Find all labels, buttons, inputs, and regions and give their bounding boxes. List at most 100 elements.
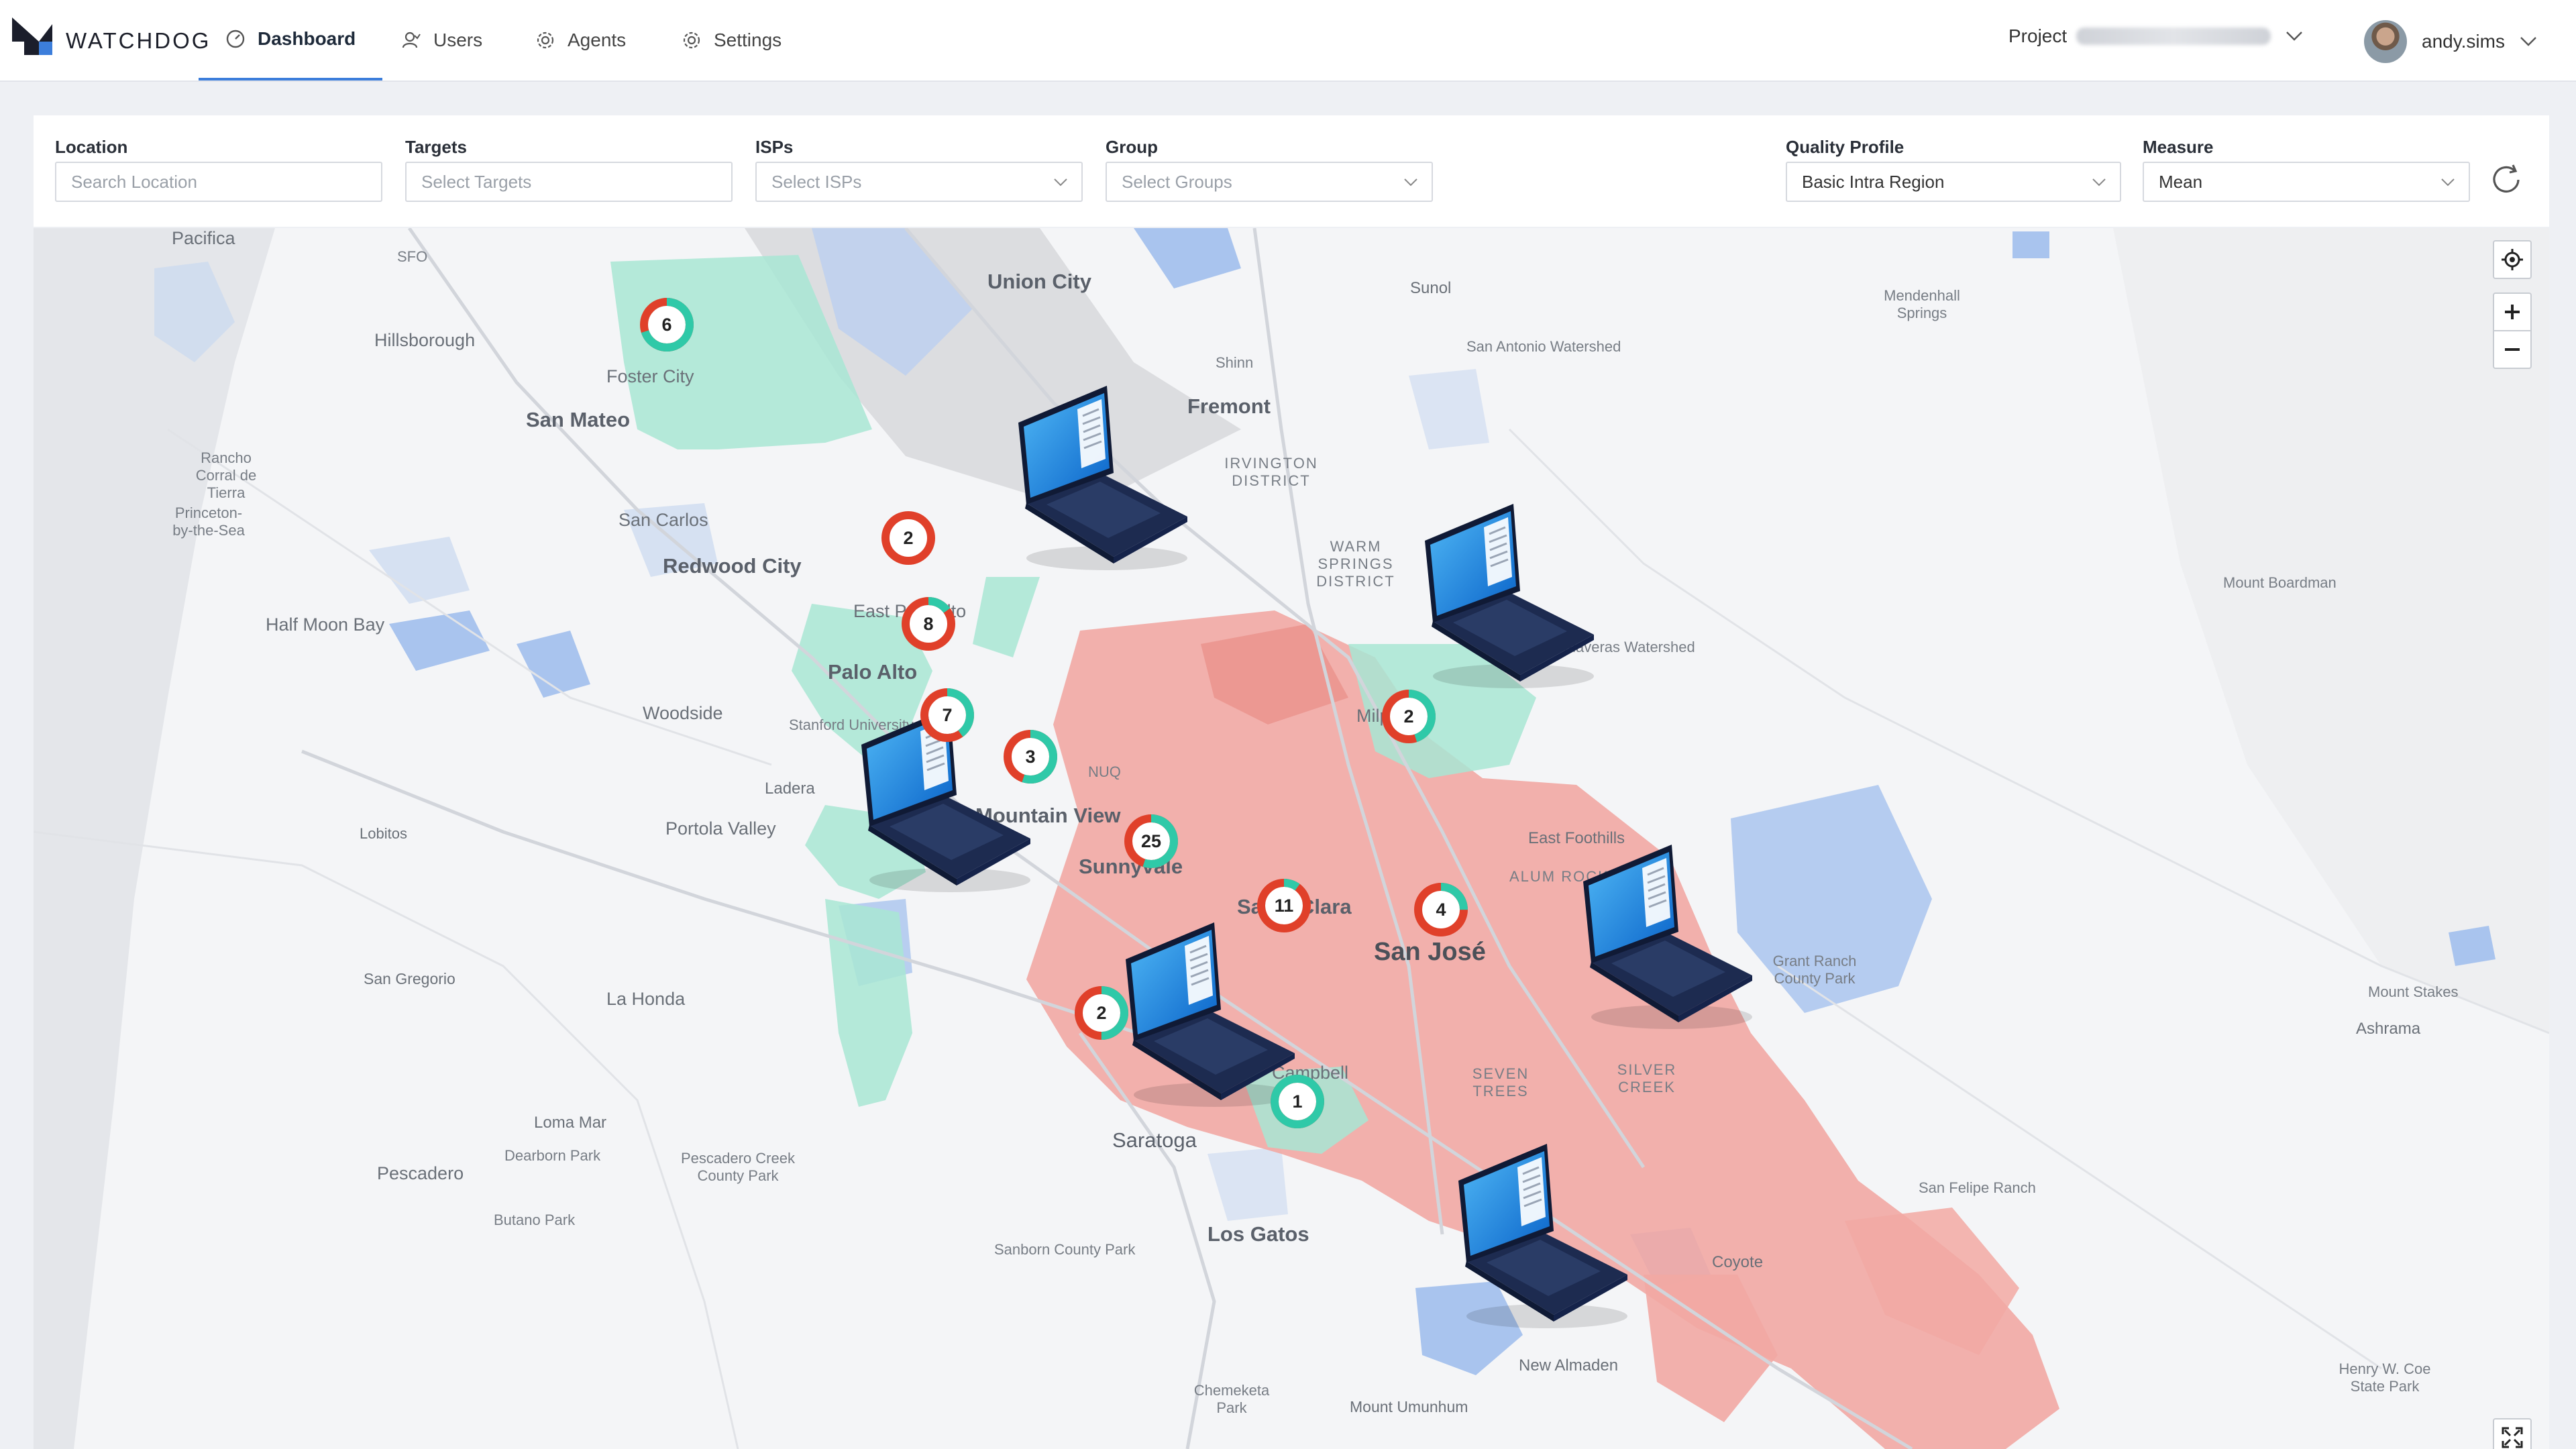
project-label: Project bbox=[2008, 25, 2068, 46]
cluster-marker[interactable]: 1 bbox=[1269, 1073, 1326, 1130]
place-label: Warm Springs District bbox=[1316, 538, 1395, 590]
chevron-down-icon bbox=[1054, 178, 1067, 186]
fullscreen-icon bbox=[2502, 1427, 2523, 1448]
cluster-count: 6 bbox=[661, 315, 672, 335]
place-label: Irvington District bbox=[1224, 455, 1318, 489]
place-label: Shinn bbox=[1216, 354, 1254, 371]
cluster-count: 2 bbox=[903, 528, 914, 548]
fullscreen-button[interactable] bbox=[2493, 1418, 2532, 1449]
plus-icon bbox=[2505, 305, 2520, 319]
place-label: Saratoga bbox=[1112, 1128, 1197, 1152]
tab-dashboard[interactable]: Dashboard bbox=[199, 0, 383, 80]
cluster-marker[interactable]: 2 bbox=[880, 510, 936, 566]
group-label: Group bbox=[1106, 137, 1158, 157]
place-label: Palo Alto bbox=[828, 660, 918, 684]
quality-profile-value: Basic Intra Region bbox=[1802, 171, 1945, 192]
place-label: Half Moon Bay bbox=[266, 614, 385, 635]
cluster-count: 25 bbox=[1140, 831, 1162, 851]
quality-profile-filter: Quality Profile Basic Intra Region bbox=[1786, 137, 2121, 202]
place-label: Fremont bbox=[1187, 394, 1271, 418]
zoom-out-button[interactable] bbox=[2493, 330, 2532, 369]
place-label: Lobitos bbox=[360, 825, 407, 842]
group-placeholder: Select Groups bbox=[1122, 171, 1232, 192]
place-label: Pacifica bbox=[172, 228, 235, 248]
location-search-input[interactable]: Search Location bbox=[55, 162, 382, 202]
agents-gear-icon bbox=[537, 32, 554, 49]
tab-label: Dashboard bbox=[258, 28, 356, 49]
group-filter: Group Select Groups bbox=[1106, 137, 1433, 202]
brand-name: WATCHDOG bbox=[66, 28, 211, 53]
dashboard-gauge-icon bbox=[226, 30, 245, 48]
cluster-marker[interactable]: 25 bbox=[1123, 813, 1179, 869]
user-menu[interactable]: andy.sims bbox=[2364, 20, 2537, 63]
place-label: Silver Creek bbox=[1617, 1061, 1677, 1095]
crosshair-icon bbox=[2502, 249, 2523, 270]
place-label: Pescadero Creek County Park bbox=[681, 1150, 795, 1184]
quality-profile-select[interactable]: Basic Intra Region bbox=[1786, 162, 2121, 202]
place-label: Butano Park bbox=[494, 1212, 576, 1228]
location-placeholder: Search Location bbox=[71, 171, 197, 192]
place-label: Woodside bbox=[643, 703, 723, 723]
agent-laptop-marker[interactable] bbox=[1000, 382, 1194, 584]
cluster-marker[interactable]: 4 bbox=[1413, 881, 1469, 938]
chevron-down-icon bbox=[2286, 32, 2303, 41]
cluster-count: 8 bbox=[923, 614, 934, 634]
agent-laptop-marker[interactable] bbox=[1564, 841, 1759, 1042]
settings-gear-icon bbox=[683, 32, 700, 49]
zoom-in-button[interactable] bbox=[2493, 292, 2532, 331]
cluster-count: 2 bbox=[1403, 706, 1414, 727]
place-label: Ladera bbox=[765, 780, 815, 798]
refresh-icon[interactable] bbox=[2489, 162, 2524, 197]
group-select[interactable]: Select Groups bbox=[1106, 162, 1433, 202]
cluster-marker[interactable]: 8 bbox=[900, 596, 957, 652]
isps-filter: ISPs Select ISPs bbox=[755, 137, 1083, 202]
agent-laptop-marker[interactable] bbox=[1440, 1140, 1634, 1342]
laptop-icon bbox=[1425, 504, 1594, 688]
place-label: San Felipe Ranch bbox=[1919, 1179, 2036, 1196]
locate-me-button[interactable] bbox=[2493, 240, 2532, 279]
place-label: San Carlos bbox=[619, 510, 708, 530]
laptop-icon bbox=[1458, 1144, 1627, 1328]
cluster-count: 3 bbox=[1025, 747, 1036, 767]
targets-select[interactable]: Select Targets bbox=[405, 162, 733, 202]
project-selector[interactable]: Project bbox=[2008, 25, 2303, 47]
place-label: Mount Boardman bbox=[2223, 574, 2337, 591]
tab-users[interactable]: Users bbox=[401, 0, 482, 80]
project-name-redacted bbox=[2076, 28, 2271, 45]
minus-icon bbox=[2505, 348, 2520, 351]
place-label: San Mateo bbox=[526, 408, 631, 431]
cluster-count: 4 bbox=[1436, 900, 1446, 920]
place-label: Sunol bbox=[1410, 279, 1452, 297]
quality-profile-label: Quality Profile bbox=[1786, 137, 1904, 157]
laptop-icon bbox=[1018, 386, 1187, 570]
place-label: Union City bbox=[987, 270, 1091, 293]
tab-settings[interactable]: Settings bbox=[682, 0, 782, 80]
username: andy.sims bbox=[2422, 31, 2505, 52]
cluster-marker[interactable]: 11 bbox=[1256, 877, 1312, 934]
place-label: Mount Stakes bbox=[2368, 983, 2459, 1000]
chevron-down-icon bbox=[2092, 178, 2106, 186]
place-label: Henry W. Coe State Park bbox=[2339, 1360, 2431, 1395]
cluster-marker[interactable]: 3 bbox=[1002, 729, 1059, 785]
place-label: Grant Ranch County Park bbox=[1772, 953, 1857, 987]
filter-bar: Location Search Location Targets Select … bbox=[34, 115, 2549, 227]
measure-filter: Measure Mean bbox=[2143, 137, 2470, 202]
agent-laptop-marker[interactable] bbox=[1406, 500, 1601, 702]
measure-select[interactable]: Mean bbox=[2143, 162, 2470, 202]
targets-filter: Targets Select Targets bbox=[405, 137, 733, 202]
tab-agents[interactable]: Agents bbox=[535, 0, 626, 80]
place-label: Los Gatos bbox=[1208, 1222, 1309, 1246]
tab-label: Agents bbox=[568, 30, 627, 50]
map-view[interactable]: Pacifica SFO Hillsborough San Mateo Fost… bbox=[34, 228, 2549, 1449]
cluster-count: 11 bbox=[1274, 896, 1294, 916]
cluster-marker[interactable]: 7 bbox=[919, 687, 975, 743]
cluster-marker[interactable]: 6 bbox=[639, 297, 695, 353]
isps-select[interactable]: Select ISPs bbox=[755, 162, 1083, 202]
logo-mark-icon bbox=[12, 17, 52, 55]
place-label: Loma Mar bbox=[534, 1114, 607, 1132]
watchdog-logo[interactable]: WATCHDOG bbox=[12, 17, 211, 64]
place-label: Coyote bbox=[1712, 1253, 1764, 1271]
cluster-marker[interactable]: 2 bbox=[1073, 985, 1130, 1041]
place-label: Seven Trees bbox=[1472, 1065, 1529, 1099]
cluster-marker[interactable]: 2 bbox=[1381, 688, 1437, 745]
